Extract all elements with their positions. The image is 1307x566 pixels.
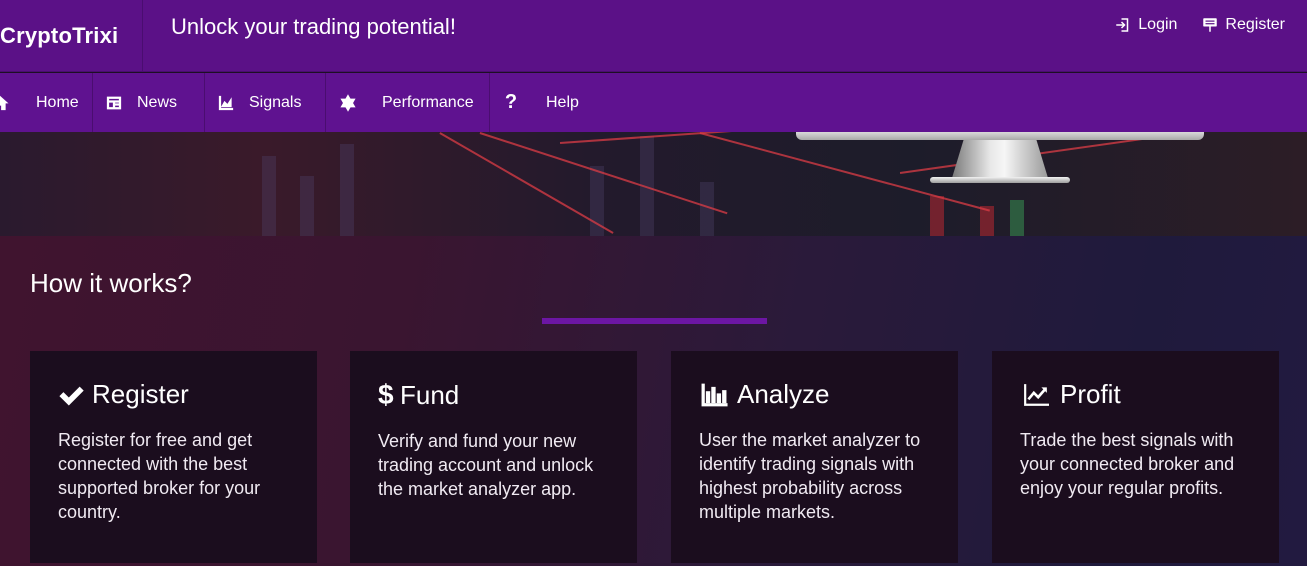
monitor-stand xyxy=(952,140,1048,178)
nav-item-news[interactable]: News xyxy=(93,73,205,132)
card-text: Verify and fund your new trading account… xyxy=(378,431,594,499)
star-of-david-icon xyxy=(326,93,370,112)
hero-banner xyxy=(0,132,1307,236)
line-chart-icon xyxy=(1024,383,1049,406)
question-icon: ? xyxy=(504,91,518,113)
main-nav: Home News Signals Performance ? Help xyxy=(0,73,1307,132)
section-title: How it works? xyxy=(30,268,192,298)
card-heading: Analyze xyxy=(699,379,930,410)
nav-item-help[interactable]: ? Help xyxy=(490,73,600,132)
chart-candle xyxy=(262,156,276,236)
chart-candle xyxy=(930,196,944,236)
card-heading: Register xyxy=(58,379,289,410)
step-card-profit: Profit Trade the best signals with your … xyxy=(992,351,1279,563)
monitor-bezel xyxy=(796,132,1204,140)
check-icon xyxy=(59,386,84,406)
card-heading: Profit xyxy=(1020,379,1251,410)
nav-label-help: Help xyxy=(546,93,579,111)
card-text: Trade the best signals with your connect… xyxy=(1020,430,1235,498)
step-card-analyze: Analyze User the market analyzer to iden… xyxy=(671,351,958,563)
nav-label-news: News xyxy=(137,93,178,111)
login-link[interactable]: Login xyxy=(1114,16,1177,34)
nav-label-home: Home xyxy=(36,93,79,111)
register-label: Register xyxy=(1225,16,1285,33)
nav-item-signals[interactable]: Signals xyxy=(205,73,326,132)
register-link[interactable]: Register xyxy=(1201,16,1285,34)
nav-item-home[interactable]: Home xyxy=(0,73,93,132)
dollar-icon: $ xyxy=(378,379,394,410)
card-text: Register for free and get connected with… xyxy=(58,430,261,522)
chart-candle xyxy=(340,144,354,236)
tagline: Unlock your trading potential! xyxy=(171,14,456,39)
card-heading: $ Fund xyxy=(378,379,609,411)
card-text: User the market analyzer to identify tra… xyxy=(699,430,921,522)
brand-name[interactable]: CryptoTrixi xyxy=(0,23,118,49)
auth-links: Login Register xyxy=(1114,16,1285,34)
nav-label-signals: Signals xyxy=(249,93,302,111)
home-icon xyxy=(0,94,10,112)
newspaper-icon xyxy=(93,94,135,112)
login-label: Login xyxy=(1138,16,1178,33)
top-header: CryptoTrixi Unlock your trading potentia… xyxy=(0,0,1307,72)
brand-logo[interactable]: CryptoTrixi xyxy=(0,0,143,72)
bar-chart-icon xyxy=(701,383,728,406)
chart-candle xyxy=(300,176,314,236)
card-title: Profit xyxy=(1060,379,1121,409)
login-icon xyxy=(1116,18,1129,32)
card-title: Register xyxy=(92,379,189,409)
title-divider xyxy=(542,318,767,324)
chart-candle xyxy=(1010,200,1024,236)
nav-item-performance[interactable]: Performance xyxy=(326,73,490,132)
card-title: Analyze xyxy=(737,379,830,409)
monitor-foot xyxy=(930,177,1070,183)
card-title: Fund xyxy=(400,379,460,410)
register-sign-icon xyxy=(1203,18,1218,32)
step-card-register: Register Register for free and get conne… xyxy=(30,351,317,563)
chart-line xyxy=(699,132,990,212)
step-card-fund: $ Fund Verify and fund your new trading … xyxy=(350,351,637,563)
area-chart-icon xyxy=(205,94,247,112)
how-it-works-section: How it works? Register Register for free… xyxy=(0,236,1307,566)
nav-label-performance: Performance xyxy=(382,93,474,111)
